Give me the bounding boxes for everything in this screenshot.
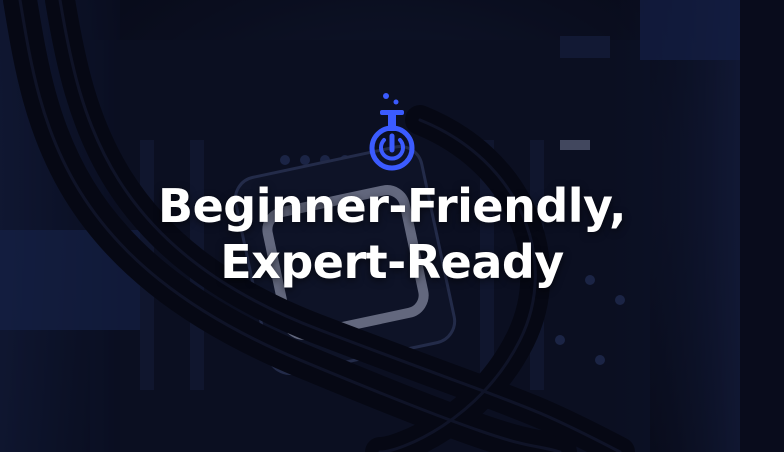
hero-banner: Beginner-Friendly, Expert-Ready [0,0,784,452]
hero-headline: Beginner-Friendly, Expert-Ready [0,178,784,290]
power-flask-icon [369,93,415,171]
headline-line-1: Beginner-Friendly, [158,179,626,233]
headline-line-2: Expert-Ready [220,235,564,289]
